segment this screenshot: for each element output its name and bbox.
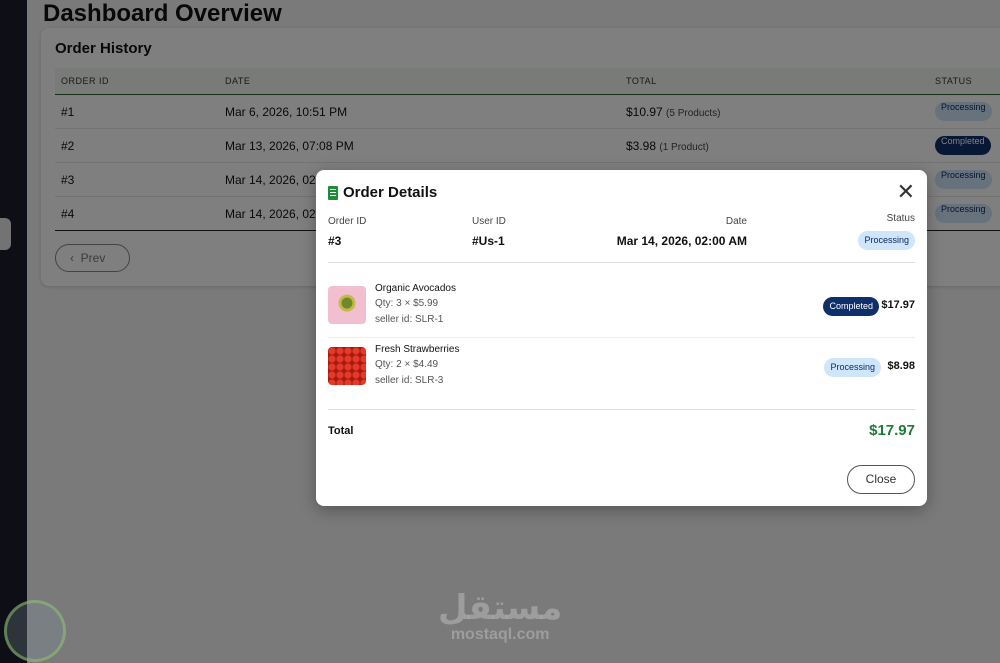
strawberries-image <box>328 347 366 385</box>
item-name: Fresh Strawberries <box>375 344 460 355</box>
avocado-image <box>328 286 366 324</box>
watermark: مستقل mostaql.com <box>438 590 562 644</box>
item-qty: Qty: 2 × $4.49 <box>375 359 439 370</box>
order-id-value: #3 <box>328 234 342 248</box>
divider <box>328 409 915 410</box>
date-value: Mar 14, 2026, 02:00 AM <box>616 234 747 248</box>
item-qty: Qty: 3 × $5.99 <box>375 298 439 309</box>
status-badge: Processing <box>858 231 915 250</box>
item-status-badge: Completed <box>823 297 879 316</box>
order-id-label: Order ID <box>328 216 367 227</box>
receipt-icon <box>328 185 338 200</box>
item-seller: seller id: SLR-1 <box>375 314 444 325</box>
modal-title: Order Details <box>328 184 437 201</box>
item-seller: seller id: SLR-3 <box>375 375 444 386</box>
watermark-arabic: مستقل <box>438 589 563 627</box>
status-label: Status <box>886 213 915 224</box>
modal-title-text: Order Details <box>343 184 438 201</box>
item-status-badge: Processing <box>824 358 881 377</box>
total-label: Total <box>328 425 354 437</box>
item-price: $8.98 <box>887 360 915 372</box>
user-id-value: #Us-1 <box>472 234 505 248</box>
user-id-label: User ID <box>472 216 506 227</box>
item-price: $17.97 <box>881 299 915 311</box>
date-label: Date <box>725 216 747 227</box>
order-item: Organic Avocados Qty: 3 × $5.99 seller i… <box>328 278 915 338</box>
close-button[interactable]: Close <box>847 465 915 494</box>
shield-logo-watermark <box>4 600 66 662</box>
divider <box>328 262 915 263</box>
order-details-modal: Order Details ✕ Order ID #3 User ID #Us-… <box>316 170 927 506</box>
total-value: $17.97 <box>869 422 915 439</box>
close-icon[interactable]: ✕ <box>897 181 915 203</box>
watermark-latin: mostaql.com <box>450 626 550 643</box>
item-name: Organic Avocados <box>375 283 456 294</box>
order-item: Fresh Strawberries Qty: 2 × $4.49 seller… <box>328 339 915 399</box>
